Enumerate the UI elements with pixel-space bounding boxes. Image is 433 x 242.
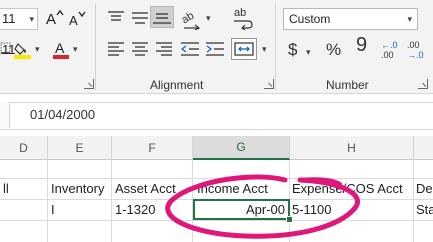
group-separator — [95, 4, 96, 90]
decrease-decimal-icon[interactable]: .00 →.0 — [407, 40, 429, 62]
align-center-icon[interactable] — [131, 41, 149, 62]
formula-bar-input[interactable]: 01/04/2000 — [30, 107, 95, 122]
font-dialog-launcher-icon[interactable] — [84, 79, 94, 89]
chevron-down-icon[interactable]: ▾ — [206, 13, 211, 24]
svg-text:A: A — [46, 11, 56, 28]
align-bottom-button[interactable] — [150, 6, 174, 28]
chevron-down-icon[interactable]: ▾ — [73, 44, 78, 55]
decrease-indent-icon[interactable] — [180, 41, 200, 62]
gridline — [413, 160, 414, 242]
align-right-icon[interactable] — [155, 41, 173, 62]
column-header-i[interactable] — [414, 136, 433, 160]
font-size-box[interactable]: 11 ▾ — [0, 8, 38, 30]
font-size-value: 11 — [2, 11, 16, 26]
number-format-dropdown[interactable]: Custom ▾ — [283, 8, 418, 30]
merge-center-icon[interactable] — [231, 38, 257, 60]
number-group-label: Number — [326, 78, 369, 92]
cell-e-header[interactable]: Inventory — [51, 181, 104, 196]
chevron-down-icon[interactable]: ▾ — [262, 44, 267, 55]
highlight-circle-annotation — [165, 174, 360, 239]
group-separator — [275, 4, 276, 90]
increase-decimal-line2: .00 — [381, 50, 394, 60]
decrease-decimal-line2: →.0 — [407, 50, 424, 60]
column-header-e[interactable]: E — [48, 136, 112, 160]
align-bottom-icon — [153, 13, 171, 24]
svg-text:ab: ab — [180, 10, 196, 27]
svg-text:ab: ab — [234, 7, 246, 19]
svg-text:A: A — [69, 13, 78, 28]
svg-text:A: A — [55, 40, 65, 56]
currency-icon[interactable]: $ — [288, 40, 297, 60]
chevron-down-icon: ▾ — [29, 14, 34, 24]
cell-i-header[interactable]: De — [416, 181, 433, 196]
alignment-group-label: Alignment — [150, 78, 204, 92]
cell-d-header[interactable]: ll — [3, 181, 9, 196]
gridline — [47, 160, 48, 242]
align-left-icon[interactable] — [107, 41, 125, 62]
wrap-text-icon[interactable]: ab — [231, 6, 257, 35]
column-header-d[interactable]: D — [0, 136, 48, 160]
align-top-icon[interactable] — [107, 10, 125, 31]
increase-decimal-icon[interactable]: ←.0 .00 — [381, 40, 403, 62]
percent-icon[interactable]: % — [326, 40, 341, 60]
chevron-down-icon: ▾ — [407, 14, 412, 24]
chevron-down-icon[interactable]: ▾ — [306, 47, 311, 58]
font-shrink-icon[interactable]: A — [67, 9, 87, 29]
number-dialog-launcher-icon[interactable] — [418, 79, 428, 89]
cell-e-data[interactable]: I — [51, 202, 55, 217]
font-color-icon[interactable]: A — [51, 40, 71, 60]
orientation-icon[interactable]: ab — [180, 8, 204, 35]
decrease-decimal-line1: .00 — [407, 40, 420, 50]
comma-style-icon[interactable]: 9 — [356, 34, 367, 57]
font-grow-icon[interactable]: A — [44, 8, 64, 28]
increase-indent-icon[interactable] — [205, 41, 225, 62]
gridline — [111, 160, 112, 242]
number-format-value: Custom — [289, 12, 331, 26]
chevron-down-icon[interactable]: ▾ — [35, 44, 40, 55]
name-box-edge — [0, 102, 10, 128]
fill-color-icon[interactable] — [13, 40, 33, 60]
increase-decimal-line1: ←.0 — [381, 40, 398, 50]
alignment-dialog-launcher-icon[interactable] — [264, 79, 274, 89]
align-middle-icon[interactable] — [131, 10, 149, 31]
cell-i-data[interactable]: Sta — [416, 202, 433, 217]
